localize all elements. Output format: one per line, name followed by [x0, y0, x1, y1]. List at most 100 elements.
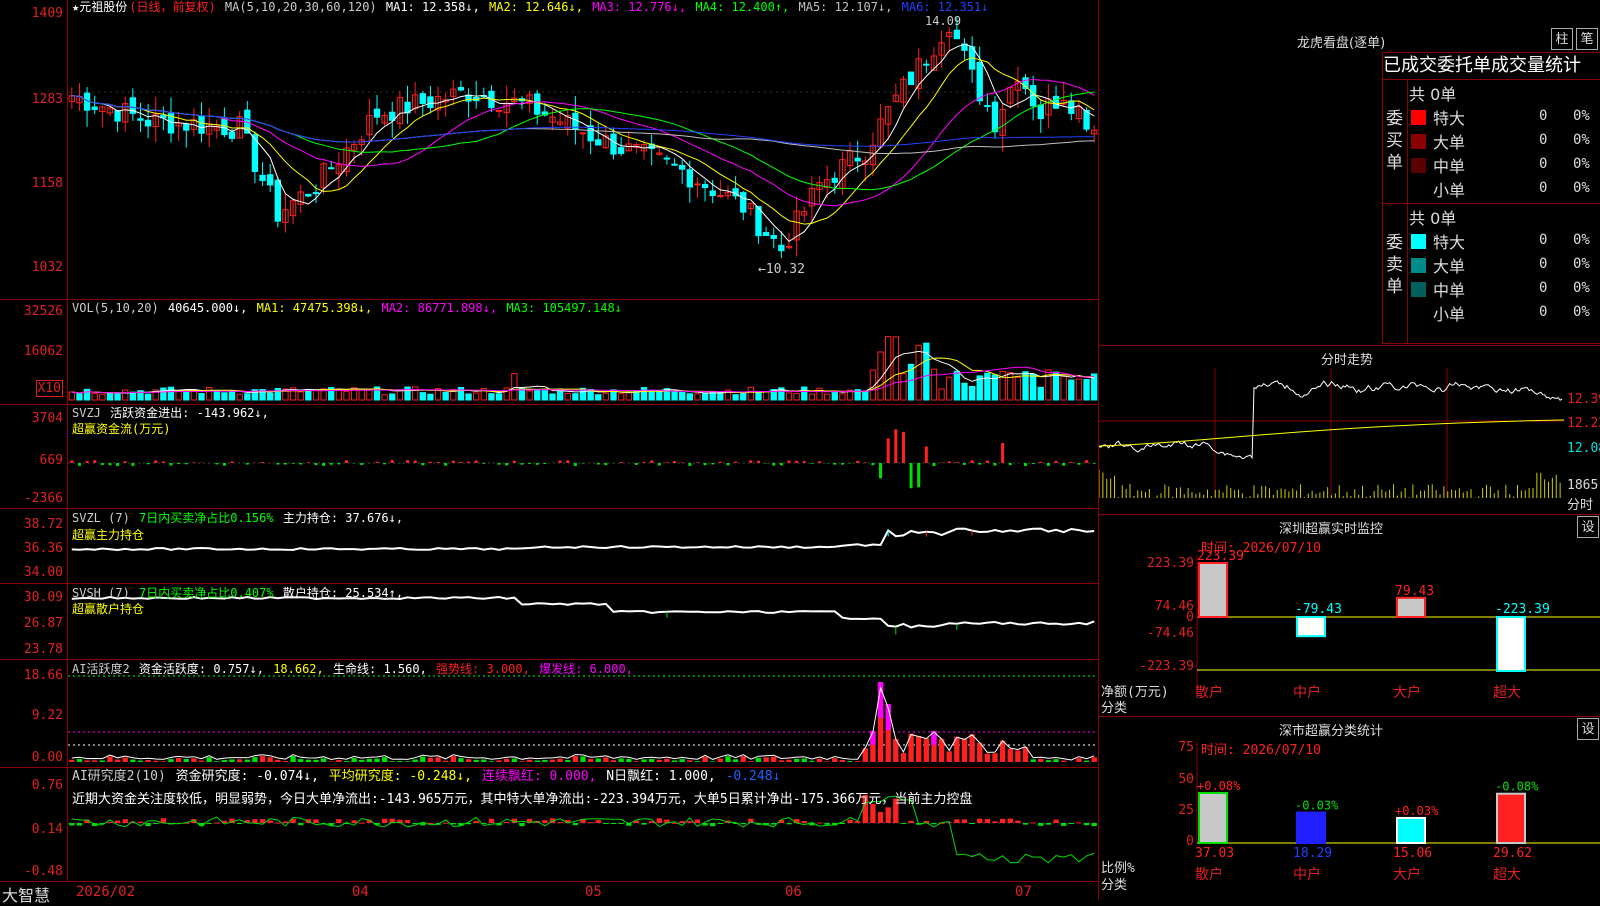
tick-mode-button[interactable]: 笔: [1576, 28, 1598, 50]
volume-bar: [390, 394, 395, 400]
activity-bar: [901, 753, 906, 762]
candle: [428, 97, 433, 108]
y-tick: 0.76: [32, 778, 63, 793]
volume-bar: [504, 388, 509, 400]
volume-bar: [565, 393, 570, 400]
stats-value-label: 37.03: [1195, 846, 1234, 861]
svzj-panel[interactable]: 3704 669 -2366 SVZJ 活跃资金进出: -143.962↓, 超…: [0, 405, 1098, 509]
flow-bar: [665, 462, 668, 463]
activity-bar: [741, 756, 746, 762]
activity-bar: [283, 761, 288, 762]
flow-bar: [635, 463, 638, 465]
order-size-label: 小单: [1433, 177, 1465, 201]
flow-bar: [948, 461, 951, 463]
stats-pct-label: -0.08%: [1495, 780, 1539, 794]
research-bar: [954, 819, 959, 823]
volume-plot[interactable]: [68, 300, 1098, 404]
monitor-panel[interactable]: 深圳超赢实时监控 设 时间: 2026/07/10 223.3974.460-7…: [1099, 515, 1600, 717]
svzl-panel[interactable]: 38.72 36.36 34.00 SVZL (7) 7日内买卖净占比0.156…: [0, 509, 1098, 584]
activity-bar: [809, 761, 814, 762]
svzl-hold: 主力持仓: 37.676↓,: [283, 511, 403, 525]
ai-research-chart[interactable]: [68, 768, 1098, 882]
stock-name[interactable]: ★元祖股份: [72, 0, 127, 14]
flow-bar: [1009, 463, 1012, 465]
flow-bar: [452, 461, 455, 463]
ai-activity-chart[interactable]: [68, 660, 1098, 768]
ai-activity-plot[interactable]: [68, 660, 1098, 767]
flow-bar: [673, 461, 676, 463]
research-bar: [985, 819, 990, 823]
activity-bar: [962, 739, 967, 762]
activity-bar: [115, 760, 120, 762]
svzj-chart[interactable]: [68, 405, 1098, 509]
y-tick: 26.87: [24, 616, 63, 631]
column-mode-button[interactable]: 柱: [1551, 28, 1573, 50]
activity-bar: [824, 761, 829, 762]
buy-total: 共 0单: [1409, 81, 1456, 105]
volume-bar: [550, 394, 555, 400]
research-bar: [1030, 822, 1035, 823]
research-bar: [962, 819, 967, 823]
flow-bar: [444, 463, 447, 466]
intraday-panel[interactable]: 分时走势 12.39 12.23 12.08 1865 分时: [1099, 345, 1600, 515]
chart-mode[interactable]: (日线，前复权): [129, 0, 215, 14]
kline-panel[interactable]: 1409 1283 1158 1032 ★元祖股份(日线，前复权) MA(5,1…: [0, 0, 1098, 300]
volume-bar: [123, 390, 128, 400]
stats-category: 超大: [1493, 867, 1521, 883]
volume-bar: [1030, 375, 1035, 400]
ai-research-panel[interactable]: 0.76 0.14 -0.48 AI研究度2(10) 资金研究度: -0.074…: [0, 768, 1098, 882]
stats-panel[interactable]: 深市超赢分类统计 设 时间: 2026/07/10 7550250+0.08%3…: [1099, 717, 1600, 900]
activity-bar: [794, 759, 799, 762]
research-bar: [214, 823, 219, 824]
y-tick: -2366: [24, 491, 63, 506]
stats-category: 散户: [1195, 866, 1223, 883]
activity-bar: [802, 758, 807, 762]
stats-chart[interactable]: 7550250+0.08%37.03散户-0.03%18.29中户+0.03%1…: [1099, 717, 1600, 900]
volume-bar: [786, 393, 791, 400]
order-size-label: 大单: [1433, 129, 1465, 153]
flow-bar: [406, 460, 409, 463]
kline-chart[interactable]: [68, 0, 1098, 300]
flow-bar: [711, 463, 714, 464]
activity-bar: [771, 757, 776, 762]
flow-bar: [513, 461, 516, 463]
legend-swatch: [1411, 258, 1426, 273]
volume-bar: [100, 394, 105, 400]
intraday-chart[interactable]: [1099, 346, 1600, 516]
activity-bar: [1030, 759, 1035, 762]
activity-bar: [84, 760, 89, 762]
monitor-category: 超大: [1493, 685, 1521, 701]
lhb-tabs[interactable]: 已成交委托单成交量统计: [1383, 53, 1600, 80]
volume-bar: [268, 393, 273, 400]
candle: [199, 116, 204, 133]
sell-side-text: 委卖单: [1386, 232, 1404, 298]
activity-bar: [77, 759, 82, 762]
y-tick: 669: [40, 453, 63, 468]
volume-bar: [199, 394, 204, 400]
volume-bar: [702, 393, 707, 400]
volume-panel[interactable]: 32526 16062 X10 VOL(5,10,20) 40645.000↓,…: [0, 300, 1098, 405]
ai2-extra: -0.248↓: [726, 769, 781, 784]
monitor-chart[interactable]: 223.3974.460-74.46-223.39223.39散户-79.43中…: [1099, 515, 1600, 717]
svzl-y-axis: 38.72 36.36 34.00: [0, 509, 68, 583]
svsh-label: SVSH (7): [72, 586, 130, 600]
svsh-panel[interactable]: 30.09 26.87 23.78 SVSH (7) 7日内买卖净占比0.407…: [0, 584, 1098, 660]
ai-activity-panel[interactable]: 18.66 9.22 0.00 AI活跃度2 资金活跃度: 0.757↓, 18…: [0, 660, 1098, 768]
intraday-y-tick: 12.08: [1567, 441, 1600, 456]
activity-bar: [199, 761, 204, 762]
volume-chart[interactable]: [68, 300, 1098, 405]
activity-bar: [702, 757, 707, 762]
research-bar: [1023, 823, 1028, 825]
ma2-value: MA2: 12.646↓,: [489, 0, 583, 14]
flow-bar: [360, 463, 363, 465]
svzj-plot[interactable]: [68, 405, 1098, 508]
activity-bar: [191, 758, 196, 762]
research-bar: [313, 819, 318, 823]
activity-bar: [992, 753, 997, 762]
research-bar: [1038, 823, 1043, 826]
stats-category: 大户: [1393, 866, 1421, 883]
stats-pct-label: +0.03%: [1395, 804, 1439, 818]
kline-plot[interactable]: [68, 0, 1098, 299]
ai-research-plot[interactable]: [68, 768, 1098, 881]
volume-bar: [1076, 379, 1081, 400]
